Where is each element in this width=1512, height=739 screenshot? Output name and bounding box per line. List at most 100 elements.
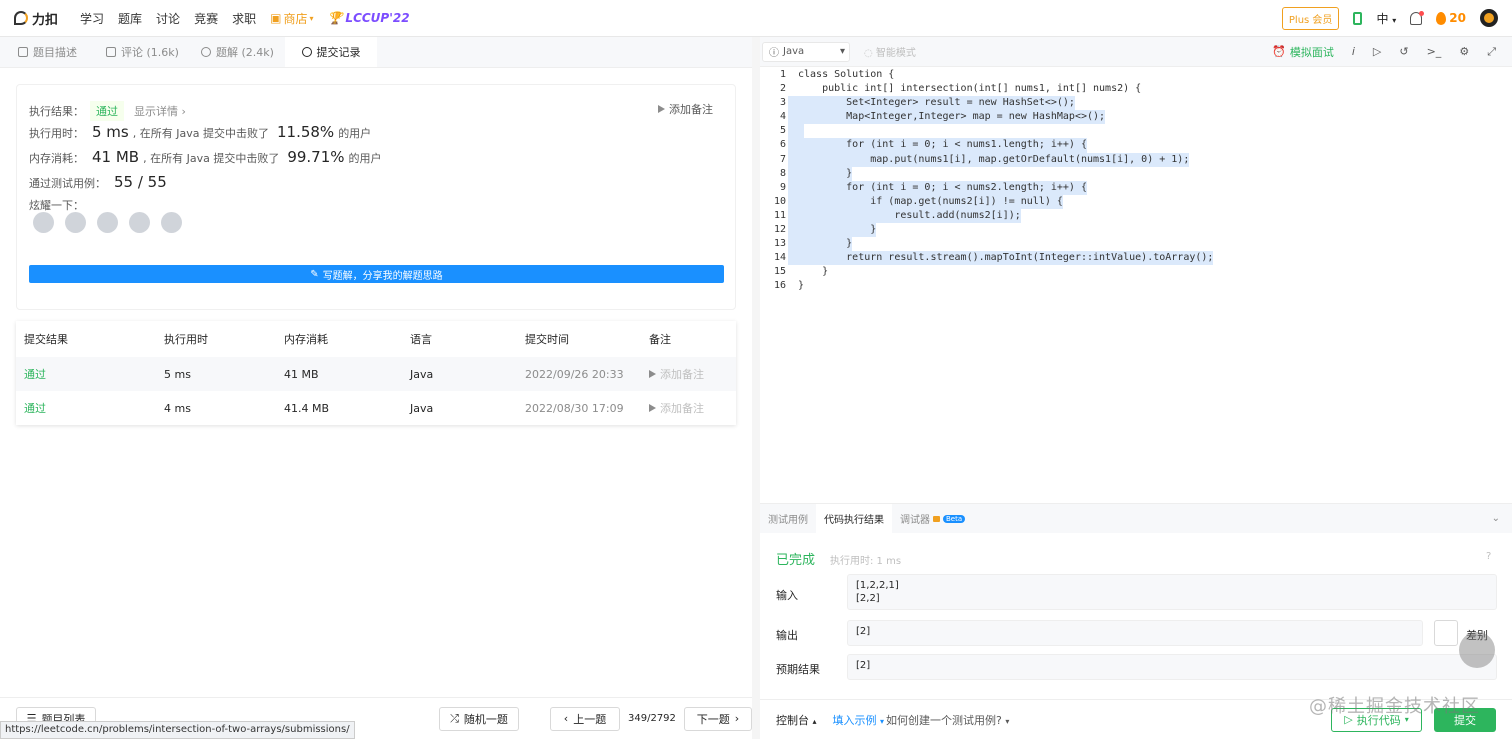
mock-interview-button[interactable]: ⏰ 模拟面试 <box>1272 44 1334 60</box>
avatar[interactable] <box>1480 9 1498 27</box>
fill-example-button[interactable]: 填入示例 ▾ <box>833 712 885 728</box>
linkedin-icon[interactable] <box>161 212 182 233</box>
wechat-icon[interactable] <box>33 212 54 233</box>
nav-learn[interactable]: 学习 <box>80 10 104 27</box>
runtime-value: 5 ms <box>92 123 129 141</box>
code-line[interactable]: 8 } <box>760 166 1512 181</box>
chevron-right-icon: › <box>734 712 740 725</box>
code-line[interactable]: 16} <box>760 279 1512 293</box>
code-text: } <box>788 237 853 252</box>
code-line[interactable]: 9 for (int i = 0; i < nums2.length; i++)… <box>760 180 1512 195</box>
table-row[interactable]: 通过 4 ms 41.4 MB Java 2022/08/30 17:09 添加… <box>16 391 736 425</box>
plus-member-button[interactable]: Plus 会员 <box>1281 6 1340 30</box>
tab-comments[interactable]: 评论 (1.6k) <box>95 37 190 67</box>
nav-jobs[interactable]: 求职 <box>232 10 256 27</box>
line-number: 6 <box>779 139 786 151</box>
right-panel: ⓘ Java ▾ ◌ 智能模式 ⏰ 模拟面试 i ▷ ↺ >_ ⚙ ⤢ 1 class … <box>760 37 1512 739</box>
code-line[interactable]: 13 } <box>760 237 1512 252</box>
help-icon[interactable]: ? <box>1486 551 1491 562</box>
code-text: class Solution { <box>798 69 895 80</box>
expected-label: 预期结果 <box>776 663 820 676</box>
submission-result[interactable]: 通过 <box>16 366 164 382</box>
result-status-row: 执行结果： 通过 显示详情 › <box>29 101 186 121</box>
code-line[interactable]: 12 } <box>760 223 1512 238</box>
code-text: } <box>788 166 853 181</box>
submission-result[interactable]: 通过 <box>16 400 164 416</box>
code-line[interactable]: 5 <box>760 124 1512 139</box>
show-detail-link[interactable]: 显示详情 › <box>134 103 186 119</box>
nav-lccup[interactable]: 🏆 LCCUP'22 <box>327 11 409 25</box>
code-text: result.add(nums2[i]); <box>788 208 1021 224</box>
reset-icon[interactable]: ↺ <box>1399 45 1408 58</box>
code-line[interactable]: 7 map.put(nums1[i], map.getOrDefault(num… <box>760 152 1512 167</box>
next-problem-button[interactable]: 下一题 › <box>683 706 752 731</box>
play-icon[interactable]: ▷ <box>1373 45 1381 58</box>
add-note-button[interactable]: 添加备注 <box>658 101 713 117</box>
fullscreen-icon[interactable]: ⤢ <box>1487 45 1496 59</box>
diff-toggle[interactable] <box>1434 620 1458 646</box>
info-italic-icon[interactable]: i <box>1352 45 1355 58</box>
input-label: 输入 <box>776 589 798 602</box>
collapse-chevron-icon[interactable]: ⌄ <box>1492 513 1500 524</box>
streak-counter[interactable]: 20 <box>1436 11 1466 25</box>
console-button[interactable]: 控制台 ▴ <box>776 712 817 728</box>
tab-submissions[interactable]: 提交记录 <box>285 37 377 67</box>
chevron-left-icon: ‹ <box>563 712 569 725</box>
panel-splitter[interactable] <box>752 37 760 739</box>
code-line[interactable]: 2 public int[] intersection(int[] nums1,… <box>760 82 1512 96</box>
random-problem-button[interactable]: ⤮ 随机一题 <box>439 706 519 731</box>
code-line[interactable]: 10 if (map.get(nums2[i]) != null) { <box>760 194 1512 209</box>
line-number: 12 <box>773 224 786 236</box>
terminal-icon[interactable]: >_ <box>1427 45 1442 58</box>
mobile-icon[interactable] <box>1353 11 1363 25</box>
douban-icon[interactable] <box>129 212 150 233</box>
tab-testcase[interactable]: 测试用例 <box>760 504 816 534</box>
language-switch[interactable]: 中 ▾ <box>1376 10 1396 27</box>
add-note-button[interactable]: 添加备注 <box>649 400 736 416</box>
tab-description[interactable]: 题目描述 <box>0 37 95 67</box>
tab-solutions[interactable]: 题解 (2.4k) <box>190 37 285 67</box>
line-number: 3 <box>779 97 786 109</box>
submission-time: 5 ms <box>164 367 191 381</box>
weibo-icon[interactable] <box>65 212 86 233</box>
nav-contest[interactable]: 竞赛 <box>194 10 218 27</box>
code-line[interactable]: 4 Map<Integer,Integer> map = new HashMap… <box>760 110 1512 125</box>
line-number: 13 <box>773 238 786 250</box>
code-line[interactable]: 1 class Solution { <box>760 68 1512 82</box>
watermark: @稀土掘金技术社区 <box>1309 696 1480 717</box>
random-label: 随机一题 <box>463 712 508 726</box>
code-line[interactable]: 3 Set<Integer> result = new HashSet<>(); <box>760 96 1512 111</box>
code-line[interactable]: 11 result.add(nums2[i]); <box>760 208 1512 224</box>
logo[interactable]: 力扣 <box>14 9 58 28</box>
notification-bell-icon[interactable] <box>1410 10 1425 25</box>
nav-problems[interactable]: 题库 <box>118 10 142 27</box>
console-tabs: 测试用例 代码执行结果 调试器 Beta ⌄ <box>760 503 1512 534</box>
add-note-button[interactable]: 添加备注 <box>649 366 736 382</box>
smart-mode-label: 智能模式 <box>875 48 916 59</box>
qq-icon[interactable] <box>97 212 118 233</box>
code-line[interactable]: 6 for (int i = 0; i < nums1.length; i++)… <box>760 138 1512 153</box>
floating-action-ball[interactable] <box>1459 632 1495 668</box>
language-select[interactable]: ⓘ Java ▾ <box>762 41 850 62</box>
code-line[interactable]: 15 } <box>760 265 1512 279</box>
lock-icon <box>933 515 940 522</box>
smart-mode-toggle[interactable]: ◌ 智能模式 <box>864 44 916 59</box>
beta-badge: Beta <box>943 514 966 523</box>
code-text: } <box>788 223 877 238</box>
write-solution-button[interactable]: ✎ 写题解，分享我的解题思路 <box>29 265 724 283</box>
leetcode-logo-icon <box>14 11 28 25</box>
tab-debugger[interactable]: 调试器 Beta <box>892 504 973 534</box>
code-text: for (int i = 0; i < nums2.length; i++) { <box>788 180 1087 195</box>
result-card: 执行结果： 通过 显示详情 › 添加备注 执行用时： 5 ms , 在所有 Ja… <box>16 84 736 310</box>
how-to-create-testcase[interactable]: 如何创建一个测试用例? ▾ <box>886 712 1009 728</box>
code-text: for (int i = 0; i < nums1.length; i++) { <box>788 138 1087 153</box>
nav-shop[interactable]: ▣ 商店 ▾ <box>270 10 313 27</box>
gear-icon[interactable]: ⚙ <box>1459 45 1469 58</box>
code-line[interactable]: 14 return result.stream().mapToInt(Integ… <box>760 251 1512 266</box>
share-icons <box>33 212 182 233</box>
table-row[interactable]: 通过 5 ms 41 MB Java 2022/09/26 20:33 添加备注 <box>16 357 736 391</box>
code-editor[interactable]: 1 class Solution {2 public int[] intersec… <box>760 68 1512 503</box>
tab-run-result[interactable]: 代码执行结果 <box>816 503 892 534</box>
nav-discuss[interactable]: 讨论 <box>156 10 180 27</box>
prev-problem-button[interactable]: ‹ 上一题 <box>550 706 620 731</box>
